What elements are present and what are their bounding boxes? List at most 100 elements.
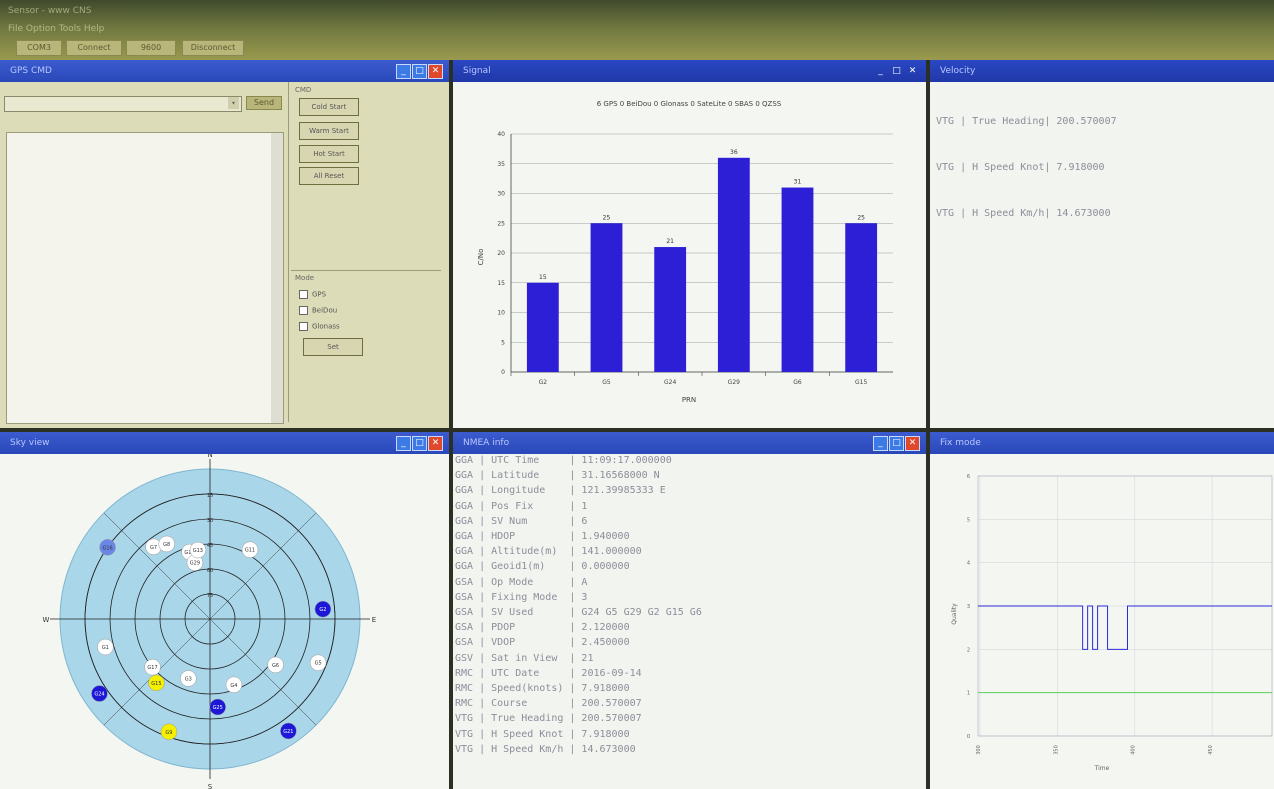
nmea-line: RMC | UTC Date | 2016-09-14 xyxy=(455,667,642,679)
minimize-icon[interactable]: _ xyxy=(396,64,411,79)
compass-south: S xyxy=(208,783,213,789)
nmea-line: GGA | Latitude | 31.16568000 N xyxy=(455,470,660,482)
chevron-down-icon[interactable]: ▾ xyxy=(228,97,239,109)
minimize-icon[interactable]: _ xyxy=(873,436,888,451)
menu-bar[interactable]: File Option Tools Help xyxy=(8,24,104,34)
x-tick-label: G2 xyxy=(539,379,548,386)
nmea-pane: NMEA info _ □ ✕ GGA | UTC Time | 11:09:1… xyxy=(453,432,926,789)
compass-west: W xyxy=(43,616,50,624)
close-icon[interactable]: ✕ xyxy=(905,64,920,79)
y-tick-label: 25 xyxy=(497,220,505,227)
fix-pane-title: Fix mode xyxy=(940,438,981,448)
nmea-line: VTG | H Speed Km/h | 14.673000 xyxy=(455,743,636,755)
nmea-line: GSA | PDOP | 2.120000 xyxy=(455,622,630,634)
y-tick-label: 0 xyxy=(967,734,970,740)
close-icon[interactable]: ✕ xyxy=(428,436,443,451)
y-axis-label: Quality xyxy=(951,603,958,625)
y-tick-label: 1 xyxy=(967,691,970,697)
maximize-icon[interactable]: □ xyxy=(412,64,427,79)
maximize-icon[interactable]: □ xyxy=(889,436,904,451)
nmea-line: VTG | H Speed Knot | 7.918000 xyxy=(455,728,630,740)
nmea-text: GGA | UTC Time | 11:09:17.000000 GGA | La… xyxy=(455,453,702,757)
x-tick-label: G15 xyxy=(855,379,867,386)
set-mode-button[interactable]: Set xyxy=(303,338,363,356)
satellite-id: G4 xyxy=(230,683,237,689)
command-log[interactable] xyxy=(6,132,284,424)
nmea-line: GSA | Fixing Mode | 3 xyxy=(455,591,588,603)
command-pane: GPS CMD _ □ ✕ ▾ Send CMD Cold Start Warm… xyxy=(0,60,449,428)
y-tick-label: 6 xyxy=(967,474,970,480)
sky-pane-titlebar: Sky view _ □ ✕ xyxy=(0,432,449,454)
close-icon[interactable]: ✕ xyxy=(905,436,920,451)
x-axis-label: PRN xyxy=(682,396,696,404)
hot-start-button[interactable]: Hot Start xyxy=(299,145,359,163)
y-tick-label: 4 xyxy=(967,561,970,567)
satellite-id: G5 xyxy=(315,661,322,667)
y-tick-label: 5 xyxy=(501,339,505,346)
satellite-id: G7 xyxy=(150,545,157,551)
command-input[interactable] xyxy=(4,96,242,112)
port-select[interactable]: COM3 xyxy=(16,40,62,56)
command-pane-title: GPS CMD xyxy=(10,66,52,76)
satellite-id: G13 xyxy=(193,548,203,554)
cold-start-button[interactable]: Cold Start xyxy=(299,98,359,116)
mode-group-label: Mode xyxy=(295,274,315,282)
y-tick-label: 40 xyxy=(497,131,505,138)
satellite-id: G29 xyxy=(190,561,200,567)
warm-start-button[interactable]: Warm Start xyxy=(299,122,359,140)
velocity-pane-title: Velocity xyxy=(940,66,976,76)
velocity-pane-titlebar: Velocity xyxy=(930,60,1274,82)
close-icon[interactable]: ✕ xyxy=(428,64,443,79)
nmea-line: RMC | Course | 200.570007 xyxy=(455,698,642,710)
nmea-line: GGA | Geoid1(m) | 0.000000 xyxy=(455,561,630,573)
divider xyxy=(291,270,441,271)
y-tick-label: 20 xyxy=(497,250,505,257)
mode-glonass-checkbox[interactable]: Glonass xyxy=(299,322,340,331)
x-tick-label: 300 xyxy=(976,745,982,755)
minimize-icon[interactable]: _ xyxy=(396,436,411,451)
x-tick-label: 350 xyxy=(1053,745,1059,755)
satellite-id: G1 xyxy=(102,645,109,651)
sky-view-pane: Sky view _ □ ✕ 15 30 45 60 75 N S E W G16 G7 G8 G10 G… xyxy=(0,432,449,789)
baud-select[interactable]: 9600 xyxy=(126,40,176,56)
bar-value-label: 31 xyxy=(794,179,802,186)
nmea-line: GSA | SV Used | G24 G5 G29 G2 G15 G6 xyxy=(455,607,702,619)
satellite-id: G2 xyxy=(319,607,326,613)
all-reset-button[interactable]: All Reset xyxy=(299,167,359,185)
velocity-text: VTG | True Heading| 200.570007 VTG | H S… xyxy=(936,84,1117,251)
app-header: Sensor - www CNS File Option Tools Help … xyxy=(0,0,1274,60)
y-tick-label: 30 xyxy=(497,191,505,198)
connect-button[interactable]: Connect xyxy=(66,40,122,56)
mode-gps-checkbox[interactable]: GPS xyxy=(299,290,326,299)
checkbox-label: Glonass xyxy=(312,322,340,331)
x-tick-label: G6 xyxy=(793,379,802,386)
y-tick-label: 3 xyxy=(967,604,970,610)
x-tick-label: 450 xyxy=(1208,745,1214,755)
scrollbar[interactable] xyxy=(271,133,283,423)
checkbox-label: BeiDou xyxy=(312,306,338,315)
maximize-icon[interactable]: □ xyxy=(412,436,427,451)
ring-label: 30 xyxy=(207,518,213,524)
disconnect-button[interactable]: Disconnect xyxy=(182,40,244,56)
fix-mode-chart: Time Quality 0 1 2 3 4 5 6 300 350 400 450 xyxy=(951,474,1273,772)
maximize-icon[interactable]: □ xyxy=(889,64,904,79)
nmea-line: GGA | HDOP | 1.940000 xyxy=(455,531,630,543)
send-button[interactable]: Send xyxy=(246,96,282,110)
bar-value-label: 36 xyxy=(730,149,738,156)
velocity-line: VTG | H Speed Knot| 7.918000 xyxy=(936,162,1105,174)
y-axis-label: C/No xyxy=(477,249,485,266)
satellite-id: G11 xyxy=(245,548,255,554)
minimize-icon[interactable]: _ xyxy=(873,64,888,79)
y-tick-label: 0 xyxy=(501,369,505,376)
command-pane-titlebar: GPS CMD _ □ ✕ xyxy=(0,60,449,82)
bar xyxy=(717,157,750,372)
satellite-id: G24 xyxy=(94,692,104,698)
command-sidebar: CMD Cold Start Warm Start Hot Start All … xyxy=(288,82,444,422)
mode-beidou-checkbox[interactable]: BeiDou xyxy=(299,306,337,315)
bar xyxy=(526,282,559,372)
y-tick-label: 15 xyxy=(497,280,505,287)
y-tick-label: 10 xyxy=(497,310,505,317)
satellite-id: G17 xyxy=(147,665,157,671)
ring-label: 15 xyxy=(207,493,213,499)
nmea-pane-titlebar: NMEA info _ □ ✕ xyxy=(453,432,926,454)
